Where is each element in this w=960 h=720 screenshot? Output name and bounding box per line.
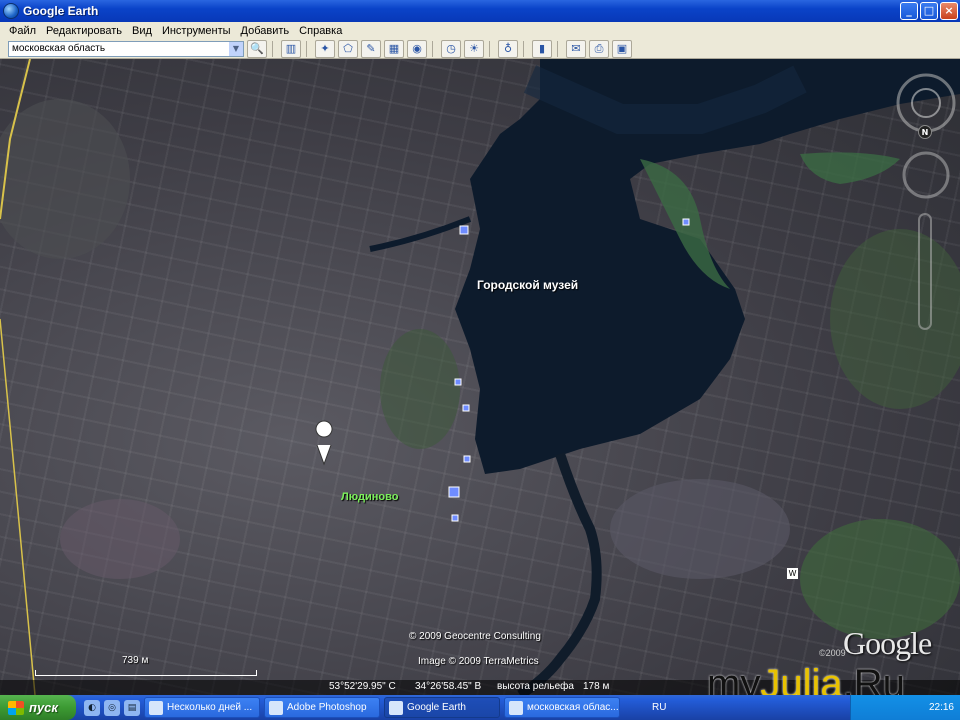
planets-icon: ♁ bbox=[503, 42, 513, 55]
task-label: Google Earth bbox=[407, 702, 466, 713]
longitude-readout: 34°26'58.45" В bbox=[415, 681, 482, 692]
tour-icon: ◉ bbox=[412, 42, 422, 55]
print-button[interactable]: ⎙ bbox=[589, 39, 609, 58]
google-year: ©2009 bbox=[819, 648, 846, 658]
wikipedia-marker-icon[interactable]: W bbox=[787, 568, 798, 579]
title-bar: Google Earth _ □ × bbox=[0, 0, 960, 22]
path-icon: ✎ bbox=[366, 42, 376, 55]
google-earth-icon bbox=[389, 700, 403, 715]
museum-label[interactable]: Городской музей bbox=[477, 278, 578, 292]
taskbar: пуск ◐ ◎ ▤ Несколько дней ... Adobe Phot… bbox=[0, 695, 960, 720]
start-button[interactable]: пуск bbox=[0, 695, 76, 720]
record-tour-button[interactable]: ◉ bbox=[407, 39, 427, 58]
toolbar-separator bbox=[272, 40, 273, 57]
sun-icon: ☀ bbox=[469, 42, 479, 55]
firefox-icon[interactable]: ◐ bbox=[84, 699, 100, 716]
imagery-credit-2: Image © 2009 TerraMetrics bbox=[418, 656, 539, 667]
toolbar: ▼ 🔍 ▥ ✦ ⬠ ✎ ▦ ◉ ◷ ☀ ♁ ▮ ✉ ⎙ ▣ bbox=[0, 39, 960, 59]
email-icon: ✉ bbox=[571, 42, 581, 55]
toolbar-separator bbox=[523, 40, 524, 57]
ruler-icon: ▮ bbox=[538, 42, 546, 55]
map-view[interactable]: Городской музей Людиново N W © 2009 Geoc… bbox=[0, 59, 960, 695]
chevron-down-icon[interactable]: ▼ bbox=[229, 41, 243, 56]
window-title: Google Earth bbox=[23, 4, 99, 18]
menu-view[interactable]: Вид bbox=[127, 25, 157, 37]
menu-add[interactable]: Добавить bbox=[236, 25, 295, 37]
town-label[interactable]: Людиново bbox=[341, 491, 398, 503]
language-indicator[interactable]: RU bbox=[652, 695, 674, 720]
search-box: ▼ bbox=[8, 40, 244, 57]
maps-icon: ▣ bbox=[616, 42, 628, 55]
photoshop-icon bbox=[269, 700, 283, 715]
add-polygon-button[interactable]: ⬠ bbox=[338, 39, 358, 58]
system-tray: 22:16 bbox=[850, 695, 960, 720]
menu-file[interactable]: Файл bbox=[4, 25, 41, 37]
compass-north-icon[interactable]: N bbox=[918, 125, 932, 139]
task-image-viewer[interactable]: московская облас... bbox=[504, 697, 620, 718]
add-placemark-button[interactable]: ✦ bbox=[315, 39, 335, 58]
google-earth-icon bbox=[3, 3, 19, 19]
scale-label: 739 м bbox=[122, 655, 149, 666]
polygon-icon: ⬠ bbox=[343, 42, 353, 55]
task-google-earth[interactable]: Google Earth bbox=[384, 697, 500, 718]
sidebar-icon: ▥ bbox=[285, 42, 297, 55]
task-label: московская облас... bbox=[527, 702, 619, 713]
scale-bar bbox=[35, 670, 257, 676]
task-photoshop[interactable]: Adobe Photoshop bbox=[264, 697, 380, 718]
maximize-button[interactable]: □ bbox=[920, 2, 938, 20]
historical-imagery-button[interactable]: ◷ bbox=[441, 39, 461, 58]
minimize-button[interactable]: _ bbox=[900, 2, 918, 20]
task-browser[interactable]: Несколько дней ... bbox=[144, 697, 260, 718]
quick-launch: ◐ ◎ ▤ bbox=[84, 699, 140, 716]
search-button[interactable]: 🔍 bbox=[247, 39, 267, 58]
satellite-imagery bbox=[0, 59, 960, 695]
toolbar-separator bbox=[432, 40, 433, 57]
close-button[interactable]: × bbox=[940, 2, 958, 20]
latitude-readout: 53°52'29.95" С bbox=[329, 681, 396, 692]
clock[interactable]: 22:16 bbox=[929, 702, 954, 713]
folder-icon[interactable]: ▤ bbox=[124, 699, 140, 716]
menu-help[interactable]: Справка bbox=[294, 25, 347, 37]
sunlight-button[interactable]: ☀ bbox=[464, 39, 484, 58]
add-path-button[interactable]: ✎ bbox=[361, 39, 381, 58]
email-button[interactable]: ✉ bbox=[566, 39, 586, 58]
ruler-button[interactable]: ▮ bbox=[532, 39, 552, 58]
menu-bar: Файл Редактировать Вид Инструменты Добав… bbox=[0, 22, 960, 39]
add-overlay-button[interactable]: ▦ bbox=[384, 39, 404, 58]
print-icon: ⎙ bbox=[594, 41, 604, 55]
toolbar-separator bbox=[306, 40, 307, 57]
elevation-label: высота рельефа bbox=[497, 681, 574, 692]
elevation-value: 178 м bbox=[583, 681, 610, 692]
sidebar-toggle-button[interactable]: ▥ bbox=[281, 39, 301, 58]
menu-edit[interactable]: Редактировать bbox=[41, 25, 127, 37]
search-icon: 🔍 bbox=[250, 42, 264, 55]
google-logo: Google bbox=[843, 625, 932, 661]
media-icon[interactable]: ◎ bbox=[104, 699, 120, 716]
toolbar-separator bbox=[489, 40, 490, 57]
switch-planets-button[interactable]: ♁ bbox=[498, 39, 518, 58]
task-label: Adobe Photoshop bbox=[287, 702, 367, 713]
window-controls: _ □ × bbox=[900, 2, 958, 20]
menu-tools[interactable]: Инструменты bbox=[157, 25, 236, 37]
browser-icon bbox=[149, 700, 163, 715]
view-in-maps-button[interactable]: ▣ bbox=[612, 39, 632, 58]
overlay-icon: ▦ bbox=[388, 42, 400, 55]
start-label: пуск bbox=[29, 700, 58, 715]
search-input[interactable] bbox=[9, 41, 229, 56]
toolbar-separator bbox=[557, 40, 558, 57]
imagery-credit-1: © 2009 Geocentre Consulting bbox=[409, 631, 541, 642]
task-label: Несколько дней ... bbox=[167, 702, 253, 713]
history-icon: ◷ bbox=[446, 42, 456, 55]
placemark-icon: ✦ bbox=[320, 42, 330, 55]
image-viewer-icon bbox=[509, 700, 523, 715]
windows-flag-icon bbox=[8, 700, 24, 715]
